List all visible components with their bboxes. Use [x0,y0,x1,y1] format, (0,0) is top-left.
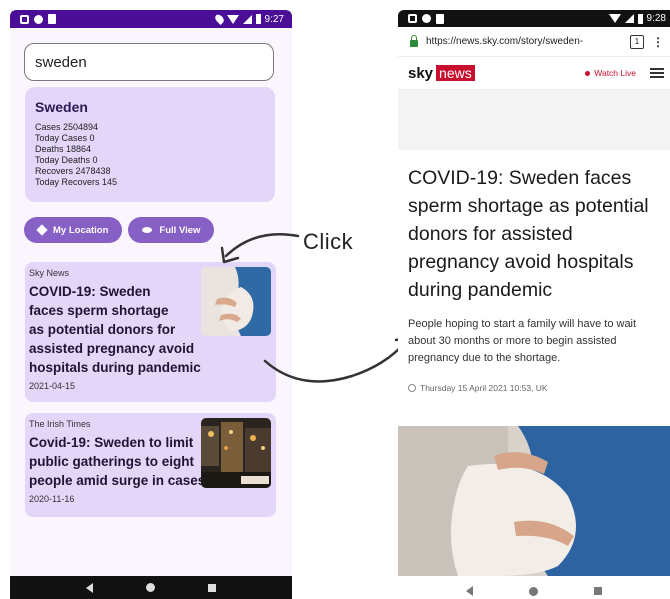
android-nav-bar [398,583,670,599]
overflow-menu-icon[interactable]: ⋮ [652,35,664,49]
right-phone-screen: 9:28 https://news.sky.com/story/sweden- … [398,10,670,599]
article-date: Thursday 15 April 2021 10:53, UK [420,383,548,393]
article-body: COVID-19: Sweden faces sperm shortage as… [398,150,670,393]
app-notification-icon [408,14,417,23]
status-time: 9:28 [646,13,666,24]
click-arrow [224,232,300,258]
logo-news: news [436,65,475,81]
clock-icon [408,384,416,392]
article-timestamp: Thursday 15 April 2021 10:53, UK [408,383,664,393]
battery-icon [637,13,643,24]
system-icons: 9:28 [608,13,666,24]
url-text[interactable]: https://news.sky.com/story/sweden- [426,36,622,47]
click-annotation-label: Click [303,229,354,254]
back-button-icon[interactable] [466,586,473,596]
site-header: sky news Watch Live [398,57,670,90]
notification-icons [408,13,444,24]
hamburger-menu-icon[interactable] [650,66,664,80]
watch-live-label: Watch Live [594,68,636,78]
tab-switcher-button[interactable]: 1 [630,34,644,49]
click-arrow-head [220,246,240,264]
sync-icon [422,14,431,23]
logo-sky: sky [408,64,434,82]
browser-url-bar[interactable]: https://news.sky.com/story/sweden- 1 ⋮ [398,27,670,57]
lock-icon [410,34,418,47]
ad-placeholder [398,90,670,150]
recents-button-icon[interactable] [594,587,602,595]
watch-live-link[interactable]: Watch Live [585,68,636,78]
status-bar: 9:28 [398,10,670,27]
home-button-icon[interactable] [529,586,538,596]
navigate-arrow [263,338,409,383]
wifi-icon [608,14,621,23]
article-standfirst: People hoping to start a family will hav… [408,318,637,364]
article-headline: COVID-19: Sweden faces sperm shortage as… [408,167,649,301]
live-dot-icon [585,70,591,76]
article-hero-image [398,426,670,576]
sky-news-logo[interactable]: sky news [408,65,475,82]
signal-icon [624,14,634,23]
sim-card-icon [436,13,444,24]
